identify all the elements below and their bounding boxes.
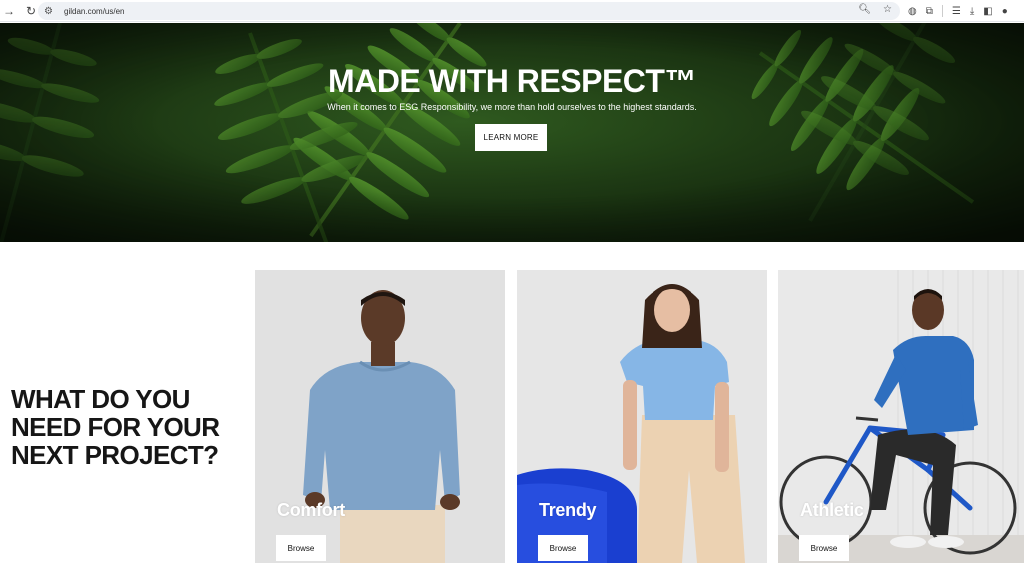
site-settings-icon[interactable]: ⚙: [44, 6, 58, 17]
section-heading-line: WHAT DO YOU: [11, 384, 190, 414]
card-label: Athletic: [800, 500, 864, 520]
category-card-athletic[interactable]: Athletic Browse: [778, 270, 1024, 563]
hero-title: MADE WITH RESPECT™: [328, 63, 696, 99]
address-bar[interactable]: ⚙ gildan.com/us/en 🔍︎ ☆: [38, 2, 900, 20]
profile-icon[interactable]: ●: [1002, 6, 1008, 17]
side-panel-icon[interactable]: ◧: [983, 6, 992, 17]
bookmark-star-icon[interactable]: ☆: [883, 4, 892, 15]
zoom-icon[interactable]: 🔍︎: [858, 4, 871, 15]
browse-button-trendy[interactable]: Browse: [538, 535, 588, 561]
reading-list-icon[interactable]: ☰: [952, 6, 961, 17]
divider: [941, 5, 943, 17]
url-text: gildan.com/us/en: [64, 6, 125, 16]
download-icon[interactable]: ⤓: [970, 6, 974, 17]
section-heading-line: NEED FOR YOUR: [11, 412, 220, 442]
section-heading: WHAT DO YOU NEED FOR YOUR NEXT PROJECT?: [11, 385, 251, 469]
section-heading-line: NEXT PROJECT?: [11, 440, 219, 470]
card-label: Trendy: [539, 500, 597, 520]
browser-toolbar: → ↻ ⚙ gildan.com/us/en 🔍︎ ☆ ◍ ⧉ ☰ ⤓ ◧ ●: [0, 0, 1024, 22]
hero-subtitle: When it comes to ESG Responsibility, we …: [327, 102, 697, 112]
extensions-puzzle-icon[interactable]: ⧉: [926, 6, 933, 17]
card-label: Comfort: [277, 500, 345, 520]
learn-more-button[interactable]: LEARN MORE: [475, 124, 547, 151]
category-card-trendy[interactable]: Trendy Browse: [517, 270, 767, 563]
extension-icon[interactable]: ◍: [908, 6, 917, 17]
browse-button-comfort[interactable]: Browse: [276, 535, 326, 561]
forward-icon[interactable]: →: [0, 2, 18, 20]
hero-banner: MADE WITH RESPECT™ When it comes to ESG …: [0, 23, 1024, 242]
category-card-comfort[interactable]: Comfort Browse: [255, 270, 505, 563]
browse-button-athletic[interactable]: Browse: [799, 535, 849, 561]
